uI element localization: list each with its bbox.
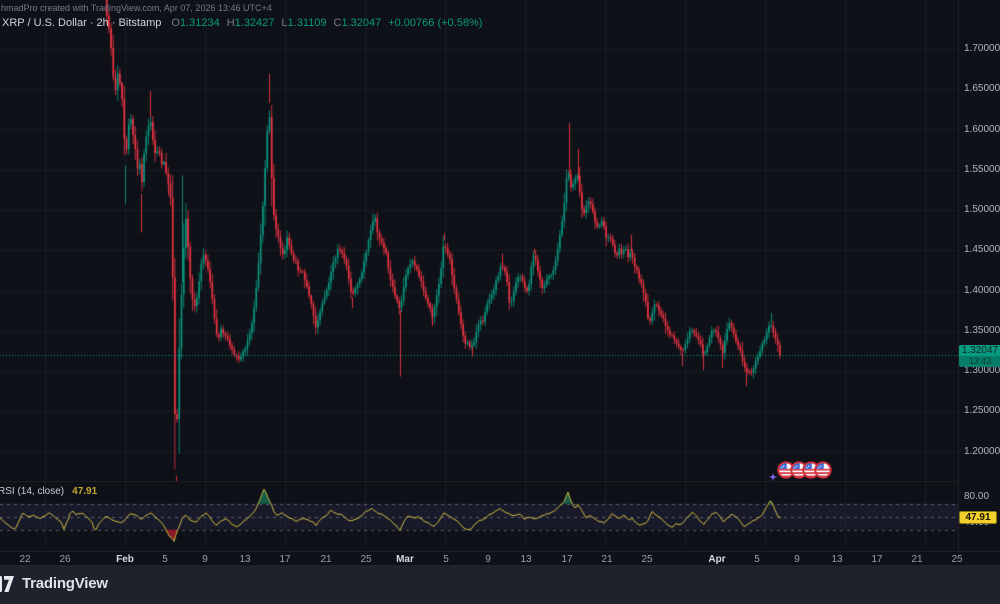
open-value: 1.31234 [179,17,220,29]
price-axis[interactable]: 40.0080.00 1.32047 13:43 47.91 1.700001.… [958,0,1000,551]
price-axis-label: 1.65000 [964,83,1000,95]
price-axis-label: 1.55000 [964,163,1000,175]
time-axis-label: Mar [396,554,414,565]
time-axis-label: 5 [162,554,168,565]
time-axis-label: 5 [754,554,760,565]
current-price-value: 1.32047 [961,345,999,356]
rsi-value-badge: 47.91 [959,511,997,524]
price-axis-label: 1.40000 [964,284,1000,296]
time-axis-label: 13 [239,554,251,565]
time-axis[interactable]: 22 26 Feb 5 9 13 17 21 25 Mar 5 9 13 17 21 25 Apr 5 9 13 17 2… [0,551,1000,565]
price-axis-label: 1.60000 [964,123,1000,135]
open-label: O [171,17,180,29]
price-axis-label: 1.25000 [964,405,1000,417]
rsi-legend[interactable]: RSI (14, close) 47.91 [0,486,97,497]
time-axis-label: 21 [320,554,332,565]
high-label: H [226,17,235,29]
time-axis-label: 5 [443,554,449,565]
low-value: 1.31109 [287,17,327,29]
price-axis-label: 1.50000 [964,204,1000,215]
time-axis-label: 17 [871,554,883,565]
time-axis-label: 13 [520,554,532,565]
price-axis-label: 1.70000 [964,43,1000,54]
time-axis-label: 25 [951,554,963,565]
high-value: 1.32427 [234,17,275,29]
tradingview-chart-window: hmadPro created with TradingView.com, Ap… [0,0,1000,604]
time-axis-label: 25 [641,554,653,565]
price-axis-label: 1.35000 [964,324,1000,336]
rsi-label: RSI (14, close) [0,486,65,497]
tradingview-wordmark[interactable]: TradingView [22,575,108,592]
time-axis-label: Feb [116,554,134,565]
tradingview-logo-icon[interactable] [0,573,15,595]
bottom-toolbar: TradingView [0,565,1000,604]
us-flag-sticker-emoji[interactable] [814,461,832,479]
time-axis-label: 22 [19,554,31,565]
time-axis-label: 26 [59,554,71,565]
time-axis-label: 9 [794,554,800,565]
time-axis-label: 9 [202,554,208,565]
sticker-group[interactable] [769,461,839,482]
watermark-text: hmadPro created with TradingView.com, Ap… [1,3,272,13]
rsi-value: 47.91 [72,486,98,497]
time-axis-label: 25 [360,554,372,565]
time-axis-label: 21 [601,554,613,565]
time-axis-label: Apr [708,554,726,565]
symbol-title[interactable]: XRP / U.S. Dollar · 2h · Bitstamp [2,17,161,29]
time-axis-label: 9 [485,554,491,565]
close-value: 1.32047 [341,17,382,29]
time-axis-label: 17 [561,554,573,565]
current-price-badge: 1.32047 13:43 [959,345,1000,367]
time-axis-label: 21 [911,554,923,565]
bar-countdown: 13:43 [959,356,1000,367]
time-axis-label: 13 [831,554,843,565]
price-axis-label: 1.45000 [964,244,1000,256]
sparkle-icon [769,473,777,481]
time-axis-label: 17 [279,554,291,565]
change-value: +0.00766 (+0.58%) [388,17,483,29]
rsi-axis-label: 80.00 [964,491,990,503]
symbol-legend: XRP / U.S. Dollar · 2h · Bitstamp O1.3123… [2,17,482,29]
price-axis-label: 1.20000 [964,445,1000,457]
